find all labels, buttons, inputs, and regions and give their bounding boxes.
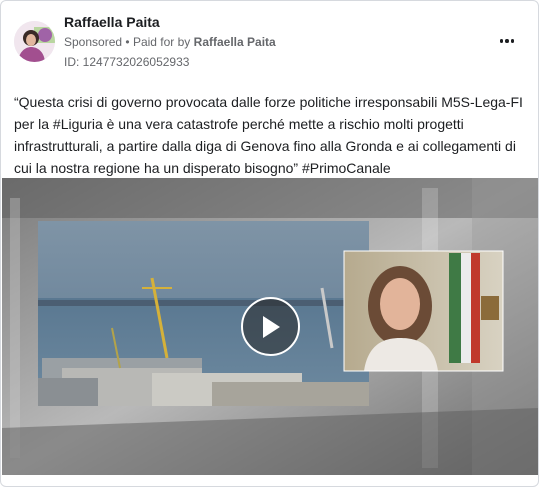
ad-post-card: Raffaella Paita Sponsored • Paid for by … bbox=[0, 0, 539, 487]
page-avatar[interactable] bbox=[14, 21, 55, 62]
post-text: “Questa crisi di governo provocata dalle… bbox=[14, 94, 523, 176]
more-options-icon-dot bbox=[510, 39, 515, 43]
avatar-image bbox=[14, 21, 55, 62]
page-name[interactable]: Raffaella Paita bbox=[64, 14, 160, 30]
separator-dot: • bbox=[125, 35, 130, 49]
paid-for-prefix: Paid for by bbox=[132, 35, 191, 49]
play-button[interactable] bbox=[241, 297, 300, 356]
more-options-icon bbox=[499, 39, 504, 43]
sponsored-line: Sponsored • Paid for by Raffaella Paita bbox=[64, 35, 276, 49]
play-icon bbox=[262, 315, 280, 338]
sponsored-label: Sponsored bbox=[64, 35, 123, 49]
ad-id: ID: 1247732026052933 bbox=[64, 55, 190, 69]
more-options-button[interactable] bbox=[495, 31, 519, 51]
paid-for-by-name: Raffaella Paita bbox=[193, 35, 276, 49]
more-options-icon-dot bbox=[505, 39, 509, 43]
